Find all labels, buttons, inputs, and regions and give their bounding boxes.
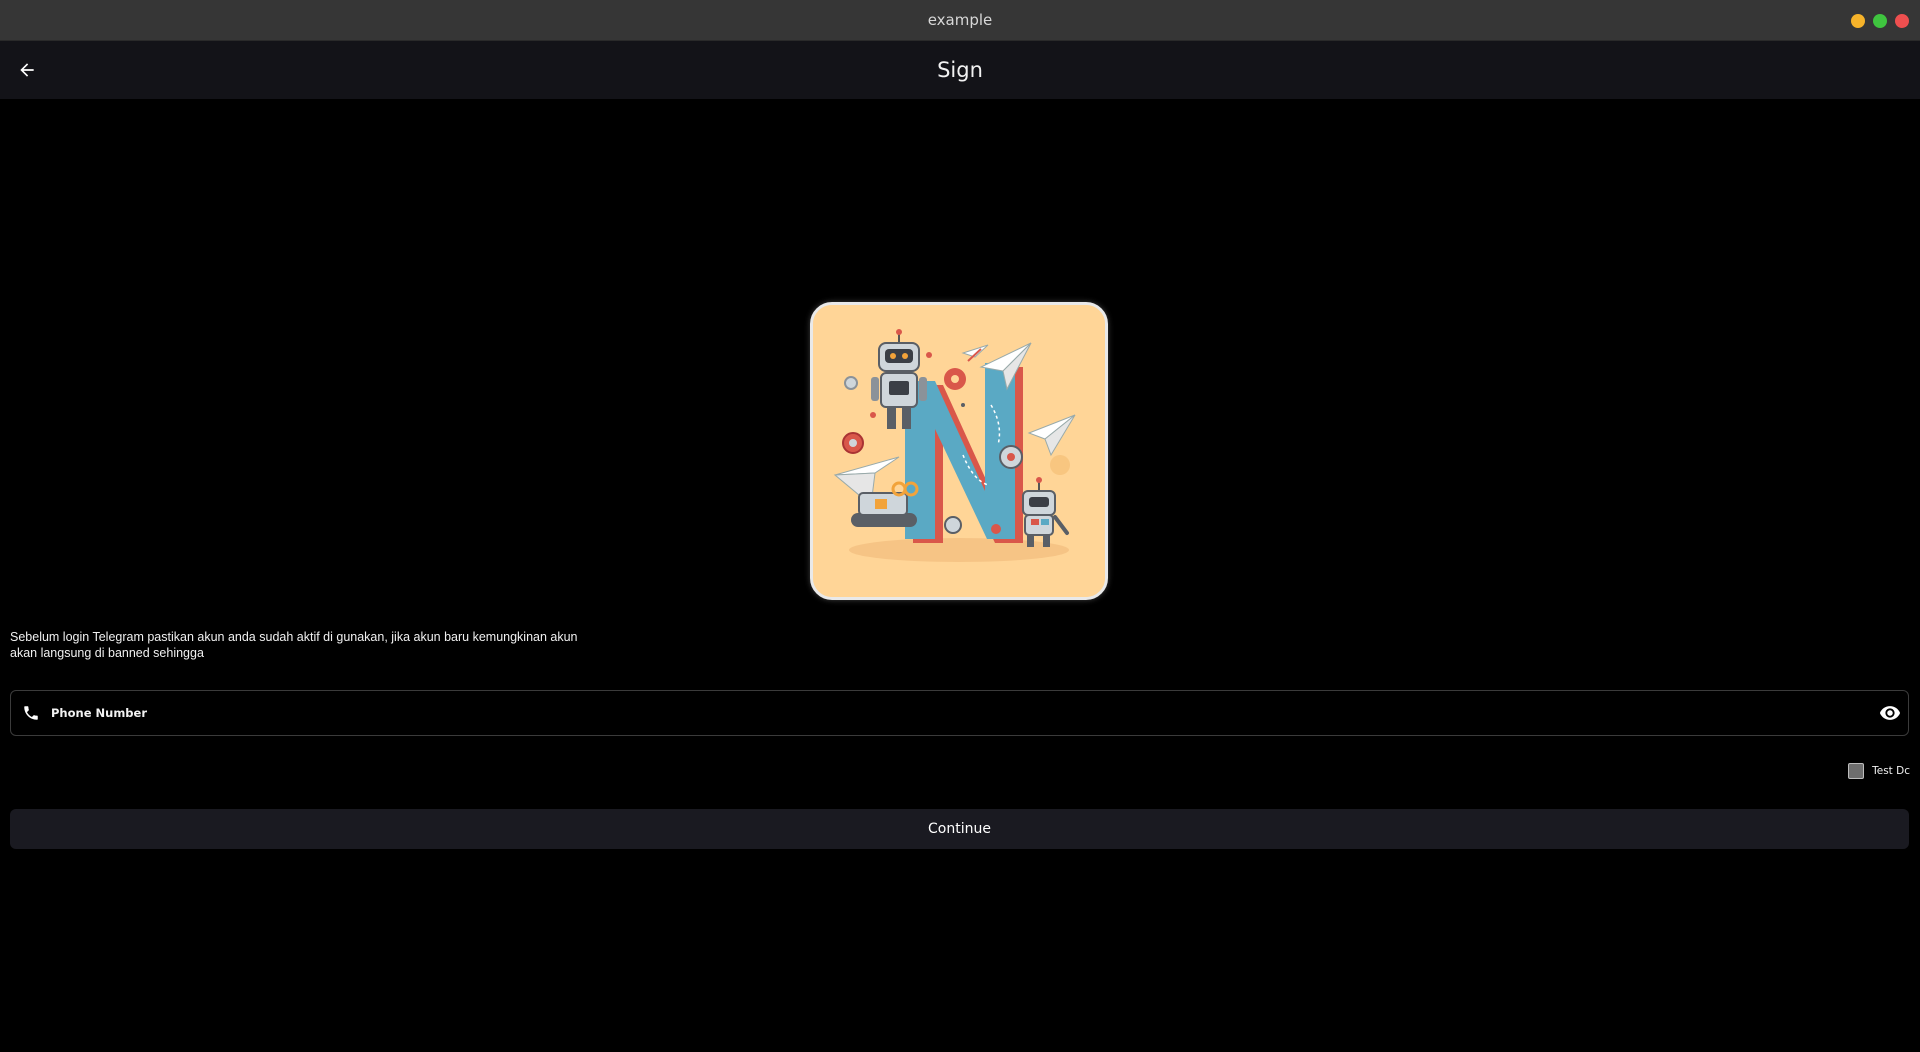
window-controls [1851,14,1909,28]
phone-icon [24,706,38,720]
phone-number-field[interactable] [10,690,1909,736]
window-titlebar: example [0,0,1920,41]
app-logo [810,302,1108,600]
window-title: example [927,11,993,29]
page-title: Sign [937,58,983,82]
continue-button[interactable]: Continue [10,809,1909,849]
maximize-button[interactable] [1873,14,1887,28]
app-bar: Sign [0,41,1920,99]
phone-number-input[interactable] [51,691,1851,735]
test-dc-label: Test Dc [1872,765,1910,777]
minimize-button[interactable] [1851,14,1865,28]
test-dc-option[interactable]: Test Dc [1848,763,1910,779]
test-dc-checkbox[interactable] [1848,763,1865,779]
close-button[interactable] [1895,14,1909,28]
eye-icon[interactable] [1878,702,1902,724]
login-notice: Sebelum login Telegram pastikan akun and… [10,630,578,660]
